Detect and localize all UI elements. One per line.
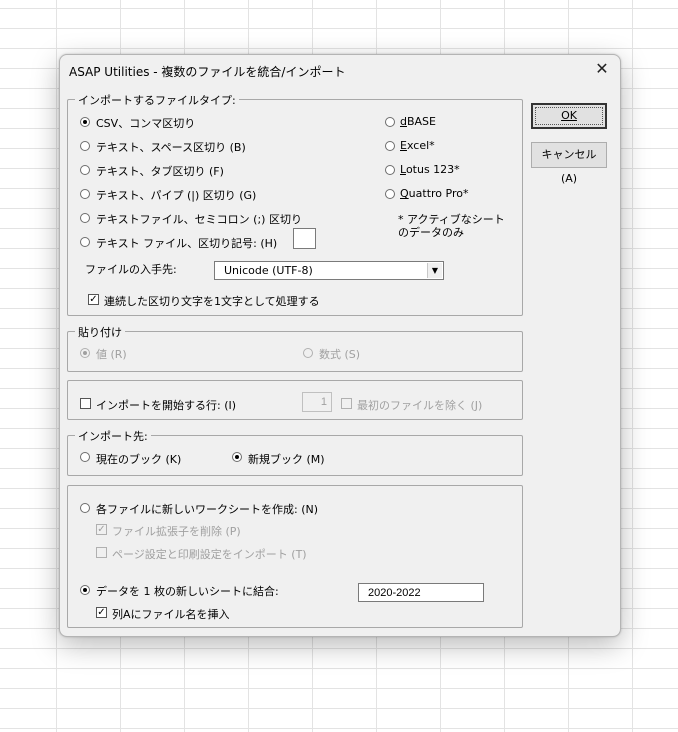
label-custom-delimiter: テキスト ファイル、区切り記号: (H): [96, 237, 278, 250]
filetype-legend: インポートするファイルタイプ:: [75, 92, 239, 108]
remove-extension-label: ファイル拡張子を削除 (P): [112, 525, 241, 538]
start-row-label: インポートを開始する行: (I): [96, 399, 237, 412]
radio-new-workbook[interactable]: [232, 452, 242, 462]
active-sheet-note: * アクティブなシートのデータのみ: [398, 213, 505, 239]
label-combine-one-sheet: データを 1 枚の新しいシートに結合:: [96, 585, 279, 598]
radio-dbase[interactable]: [385, 117, 395, 127]
sheet-name-input[interactable]: [358, 583, 484, 602]
import-page-setup-label: ページ設定と印刷設定をインポート (T): [112, 548, 307, 561]
label-paste-values: 値 (R): [96, 348, 127, 361]
delimiter-input[interactable]: [293, 228, 316, 249]
exclude-first-checkbox[interactable]: [341, 398, 352, 409]
label-current-workbook: 現在のブック (K): [96, 453, 182, 466]
label-pipe: テキスト、パイプ (|) 区切り (G): [96, 189, 257, 202]
encoding-value: Unicode (UTF-8): [224, 264, 313, 277]
label-new-sheet-per-file: 各ファイルに新しいワークシートを作成: (N): [96, 503, 319, 516]
radio-lotus[interactable]: [385, 165, 395, 175]
window-title: ASAP Utilities - 複数のファイルを統合/インポート: [69, 65, 346, 79]
chevron-down-icon: ▼: [427, 263, 442, 278]
ok-button[interactable]: OK: [531, 103, 607, 129]
label-quattro: Quattro Pro*: [400, 187, 469, 200]
filetype-group: [67, 99, 523, 316]
paste-legend: 貼り付け: [75, 324, 125, 340]
import-page-setup-checkbox[interactable]: [96, 547, 107, 558]
radio-space[interactable]: [80, 141, 90, 151]
label-paste-formulas: 数式 (S): [319, 348, 361, 361]
destination-legend: インポート先:: [75, 428, 151, 444]
label-lotus: Lotus 123*: [400, 163, 460, 176]
radio-tab[interactable]: [80, 165, 90, 175]
encoding-dropdown[interactable]: Unicode (UTF-8) ▼: [214, 261, 444, 280]
radio-combine-one-sheet[interactable]: [80, 585, 90, 595]
radio-current-workbook[interactable]: [80, 452, 90, 462]
radio-semicolon[interactable]: [80, 213, 90, 223]
label-space: テキスト、スペース区切り (B): [96, 141, 246, 154]
encoding-label: ファイルの入手先:: [85, 263, 177, 276]
radio-custom-delimiter[interactable]: [80, 237, 90, 247]
start-row-input[interactable]: [302, 392, 332, 412]
title-bar[interactable]: ASAP Utilities - 複数のファイルを統合/インポート ✕: [60, 55, 620, 85]
label-tab: テキスト、タブ区切り (F): [96, 165, 224, 178]
close-icon[interactable]: ✕: [592, 59, 612, 79]
cancel-button[interactable]: キャンセル (A): [531, 142, 607, 185]
exclude-first-label: 最初のファイルを除く (J): [357, 399, 483, 412]
radio-excel[interactable]: [385, 141, 395, 151]
remove-extension-checkbox[interactable]: ✓: [96, 524, 107, 535]
radio-paste-formulas[interactable]: [303, 348, 313, 358]
radio-new-sheet-per-file[interactable]: [80, 503, 90, 513]
label-dbase: dBASE: [400, 115, 436, 128]
consecutive-delimiters-checkbox[interactable]: ✓: [88, 294, 99, 305]
radio-paste-values[interactable]: [80, 348, 90, 358]
label-new-workbook: 新規ブック (M): [248, 453, 325, 466]
start-row-checkbox[interactable]: [80, 398, 91, 409]
label-semicolon: テキストファイル、セミコロン (;) 区切り: [96, 213, 302, 226]
label-excel: Excel*: [400, 139, 435, 152]
insert-filename-label: 列Aにファイル名を挿入: [112, 608, 230, 621]
radio-pipe[interactable]: [80, 189, 90, 199]
consecutive-delimiters-label: 連続した区切り文字を1文字として処理する: [104, 295, 320, 308]
insert-filename-checkbox[interactable]: ✓: [96, 607, 107, 618]
radio-csv[interactable]: [80, 117, 90, 127]
import-dialog: ASAP Utilities - 複数のファイルを統合/インポート ✕ OK キ…: [59, 54, 621, 637]
paste-group: [67, 331, 523, 372]
radio-quattro[interactable]: [385, 189, 395, 199]
label-csv: CSV、コンマ区切り: [96, 117, 196, 130]
